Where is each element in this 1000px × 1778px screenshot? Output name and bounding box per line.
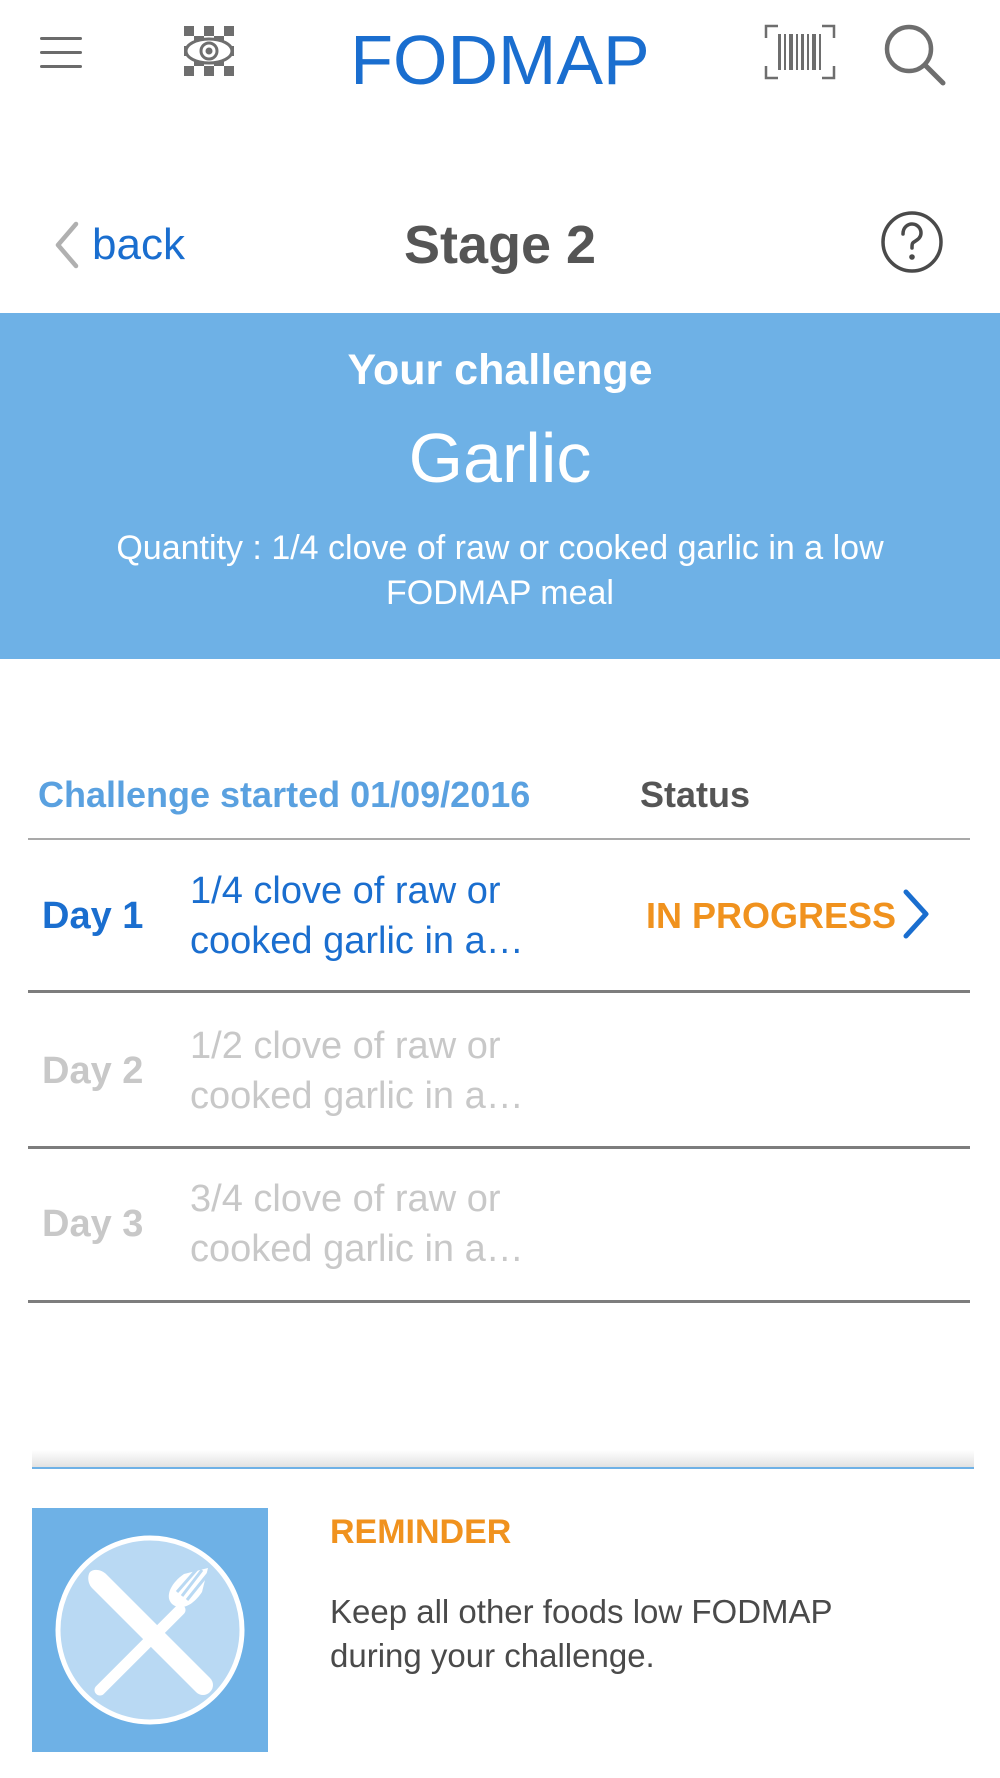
day-row-1[interactable]: Day 1 1/4 clove of raw or cooked garlic … xyxy=(28,842,970,990)
day-description-line: 3/4 clove of raw or xyxy=(190,1178,501,1220)
app-title: FODMAP xyxy=(350,21,650,99)
day-label: Day 1 xyxy=(42,895,144,937)
day-row-3: Day 3 3/4 clove of raw or cooked garlic … xyxy=(28,1150,970,1300)
day-description-line: cooked garlic in a… xyxy=(190,1228,524,1270)
question-circle-icon[interactable] xyxy=(880,210,944,274)
chevron-right-icon[interactable] xyxy=(898,884,934,944)
challenge-start-date: Challenge started 01/09/2016 xyxy=(38,774,531,815)
eye-icon[interactable] xyxy=(180,22,240,82)
challenge-heading: Your challenge xyxy=(347,346,653,394)
challenge-quantity: Quantity : 1/4 clove of raw or cooked ga… xyxy=(116,529,884,612)
knife-fork-icon xyxy=(32,1508,268,1752)
divider xyxy=(28,838,970,840)
back-label: back xyxy=(92,220,185,269)
challenge-food: Garlic xyxy=(408,419,592,497)
page-title: Stage 2 xyxy=(403,215,597,275)
hamburger-menu-icon[interactable] xyxy=(30,28,92,78)
barcode-scan-icon[interactable] xyxy=(764,24,836,80)
divider xyxy=(28,990,970,993)
day-description-line: 1/4 clove of raw or xyxy=(190,870,501,912)
day-label: Day 3 xyxy=(42,1203,144,1245)
divider xyxy=(28,1146,970,1149)
day-description-line: cooked garlic in a… xyxy=(190,1075,524,1117)
day-description: 3/4 clove of raw or cooked garlic in a… xyxy=(190,1174,550,1274)
reminder-title: REMINDER xyxy=(330,1513,512,1551)
status-badge: IN PROGRESS xyxy=(646,895,897,936)
reminder-text: Keep all other foods low FODMAP during y… xyxy=(330,1593,832,1674)
search-icon[interactable] xyxy=(880,20,950,90)
reminder-separator-shadow xyxy=(32,1450,974,1468)
chevron-left-icon xyxy=(55,221,79,269)
day-label: Day 2 xyxy=(42,1050,144,1092)
divider xyxy=(28,1300,970,1303)
back-button[interactable]: back xyxy=(52,210,222,280)
day-description: 1/2 clove of raw or cooked garlic in a… xyxy=(190,1021,550,1121)
day-description: 1/4 clove of raw or cooked garlic in a… xyxy=(190,866,550,966)
day-description-line: 1/2 clove of raw or xyxy=(190,1025,501,1067)
status-header: Status xyxy=(640,774,751,815)
day-row-2: Day 2 1/2 clove of raw or cooked garlic … xyxy=(28,995,970,1145)
reminder-separator xyxy=(32,1467,974,1469)
day-description-line: cooked garlic in a… xyxy=(190,920,524,962)
